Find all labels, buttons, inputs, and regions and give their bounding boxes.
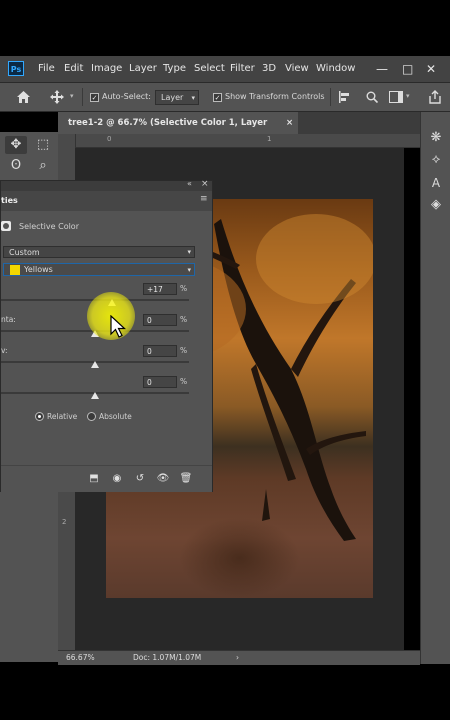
status-bar: 66.67% Doc: 1.07M/1.07M › — [58, 650, 420, 665]
chevron-down-icon: ▾ — [187, 266, 191, 274]
panel-tab-row: ties ≡ — [1, 191, 212, 211]
auto-select-target-dropdown[interactable]: Layer ▾ — [155, 90, 199, 105]
panel-tab-properties[interactable]: ties — [1, 196, 18, 205]
magenta-value-field[interactable]: 0 — [143, 314, 177, 326]
black-percent: % — [180, 377, 188, 386]
auto-select-target-value: Layer — [161, 93, 184, 102]
cyan-percent: % — [180, 284, 188, 293]
yellow-value-field[interactable]: 0 — [143, 345, 177, 357]
relative-radio[interactable] — [35, 412, 44, 421]
workspace-icon[interactable] — [389, 91, 403, 103]
ruler-tick-label: 1 — [267, 135, 272, 143]
cyan-value-field[interactable]: +17 — [143, 283, 177, 295]
slider-label-yellow: v: — [1, 346, 8, 355]
object-selection-tool-icon[interactable]: ⌕ — [34, 158, 52, 174]
panel-titlebar: « × — [1, 179, 212, 191]
character-panel-icon[interactable]: A — [428, 175, 444, 191]
horizontal-ruler: 0 1 — [75, 134, 420, 148]
menu-file[interactable]: File — [38, 56, 55, 82]
menu-view[interactable]: View — [285, 56, 309, 82]
home-icon[interactable] — [16, 90, 31, 104]
move-tool-icon[interactable]: ✥ — [7, 137, 25, 153]
black-slider-thumb[interactable] — [91, 392, 99, 399]
right-panel-dock: ❋ ⟡ A ◈ — [420, 112, 450, 664]
options-bar: ▾ ✓ Auto-Select: Layer ▾ ✓ Show Transfor… — [0, 82, 450, 112]
share-icon[interactable] — [428, 90, 442, 104]
maximize-button[interactable]: □ — [402, 56, 413, 82]
mouse-pointer-icon — [110, 315, 126, 338]
chevron-down-icon: ▾ — [191, 94, 195, 102]
menu-image[interactable]: Image — [91, 56, 122, 82]
align-left-icon[interactable] — [338, 91, 350, 103]
preset-value: Custom — [9, 248, 40, 257]
document-size: Doc: 1.07M/1.07M — [133, 653, 202, 662]
close-panel-icon[interactable]: × — [201, 179, 209, 189]
yellow-percent: % — [180, 346, 188, 355]
menu-select[interactable]: Select — [194, 56, 225, 82]
menu-filter[interactable]: Filter — [230, 56, 255, 82]
auto-select-label: Auto-Select: — [102, 92, 151, 101]
auto-select-checkbox[interactable]: ✓ — [90, 93, 99, 102]
close-tab-icon[interactable]: × — [286, 112, 293, 134]
slider-label-magenta: nta: — [1, 315, 16, 324]
minimize-button[interactable]: — — [376, 56, 388, 82]
adjustment-name: Selective Color — [19, 222, 79, 231]
zoom-level[interactable]: 66.67% — [66, 651, 95, 665]
yellow-slider-thumb[interactable] — [91, 361, 99, 368]
delete-icon[interactable]: 🗑 — [179, 473, 193, 485]
colors-value: Yellows — [24, 265, 53, 274]
photoshop-logo[interactable]: Ps — [8, 61, 24, 76]
move-icon[interactable] — [50, 90, 64, 104]
clip-to-layer-icon[interactable]: ⬒ — [87, 473, 101, 485]
menu-window[interactable]: Window — [316, 56, 355, 82]
paths-panel-icon[interactable]: ⟡ — [428, 152, 444, 168]
ruler-tick-label: 2 — [62, 518, 67, 526]
panel-menu-icon[interactable]: ≡ — [200, 194, 208, 204]
magenta-percent: % — [180, 315, 188, 324]
divider — [82, 88, 83, 106]
colors-dropdown[interactable]: Yellows ▾ — [3, 263, 195, 276]
menu-3d[interactable]: 3D — [262, 56, 276, 82]
show-transform-controls-checkbox[interactable]: ✓ — [213, 93, 222, 102]
layers-panel-icon[interactable]: ◈ — [428, 197, 444, 213]
marquee-tool-icon[interactable]: ⬚ — [34, 137, 52, 153]
document-tab-bar: tree1-2 @ 66.7% (Selective Color 1, Laye… — [58, 112, 420, 150]
chevron-down-icon: ▾ — [187, 248, 191, 256]
reset-icon[interactable]: ↺ — [133, 473, 147, 485]
adjustment-layer-icon-inner — [3, 223, 9, 229]
menu-edit[interactable]: Edit — [64, 56, 83, 82]
absolute-label: Absolute — [99, 412, 132, 421]
view-previous-state-icon[interactable]: ◉ — [110, 473, 124, 485]
yellows-swatch — [10, 265, 20, 275]
status-bar-menu-arrow[interactable]: › — [236, 651, 239, 665]
workspace-chevron-icon[interactable]: ▾ — [406, 92, 410, 100]
menu-type[interactable]: Type — [163, 56, 186, 82]
move-tool-options-chevron-icon[interactable]: ▾ — [70, 92, 74, 100]
preset-dropdown[interactable]: Custom ▾ — [3, 246, 195, 258]
black-value-field[interactable]: 0 — [143, 376, 177, 388]
menu-layer[interactable]: Layer — [129, 56, 157, 82]
ruler-tick-label: 0 — [107, 135, 112, 143]
show-transform-controls-label: Show Transform Controls — [225, 92, 325, 101]
close-window-button[interactable]: ✕ — [426, 56, 436, 82]
search-icon[interactable] — [366, 91, 378, 103]
menu-bar: Ps File Edit Image Layer Type Select Fil… — [0, 56, 450, 82]
divider — [330, 88, 331, 106]
relative-label: Relative — [47, 412, 78, 421]
collapse-panel-icon[interactable]: « — [187, 179, 192, 188]
visibility-icon[interactable]: 👁 — [156, 473, 170, 485]
panel-footer: ⬒ ◉ ↺ 👁 🗑 — [1, 465, 212, 492]
lasso-tool-icon[interactable]: ʘ — [7, 158, 25, 174]
absolute-radio[interactable] — [87, 412, 96, 421]
color-panel-icon[interactable]: ❋ — [428, 130, 444, 146]
document-tab[interactable]: tree1-2 @ 66.7% (Selective Color 1, Laye… — [58, 112, 298, 150]
